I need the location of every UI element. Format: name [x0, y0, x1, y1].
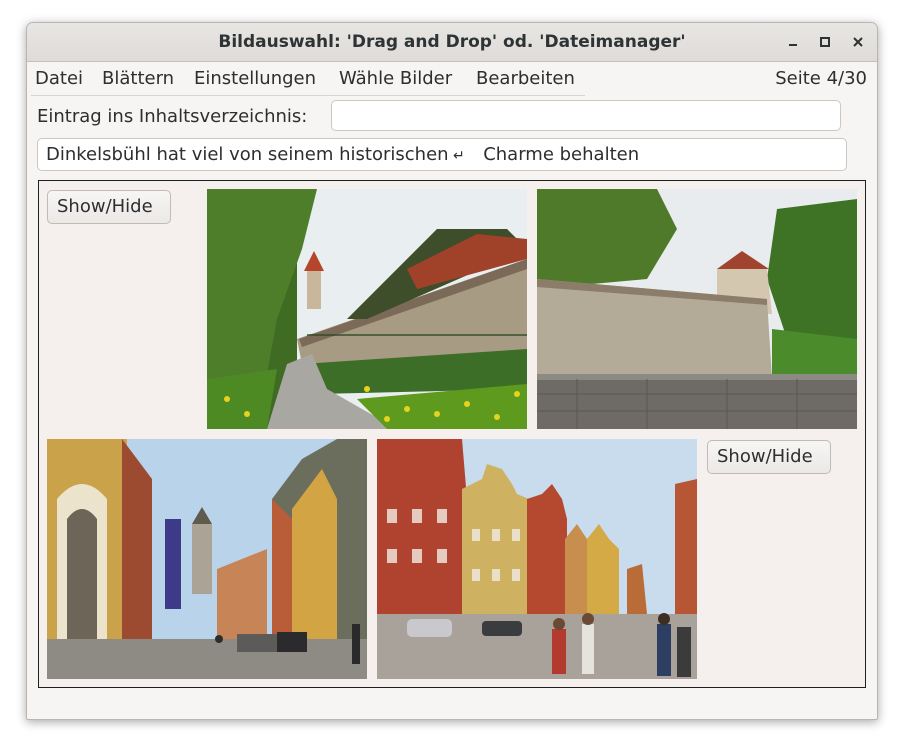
photo-market-square[interactable] — [377, 439, 697, 679]
show-hide-bottom-button[interactable]: Show/Hide — [707, 440, 831, 474]
toc-label: Eintrag ins Inhaltsverzeichnis: — [37, 106, 308, 127]
toc-entry-input[interactable] — [331, 100, 841, 131]
image-panel: Show/Hide Show/Hide — [38, 180, 866, 688]
show-hide-top-button[interactable]: Show/Hide — [47, 190, 171, 224]
menu-blaettern[interactable]: Blättern — [102, 68, 174, 89]
photo-town-wall-path[interactable] — [207, 189, 527, 429]
minimize-button[interactable] — [783, 32, 803, 52]
title-bar[interactable]: Bildauswahl: 'Drag and Drop' od. 'Dateim… — [27, 23, 877, 62]
line-break-icon: ↵ — [448, 148, 470, 164]
menu-einstellungen[interactable]: Einstellungen — [194, 68, 316, 89]
maximize-icon — [820, 37, 830, 47]
photo-street-view[interactable] — [47, 439, 367, 679]
photo-town-wall-tower[interactable] — [537, 189, 857, 429]
maximize-button[interactable] — [815, 32, 835, 52]
page-indicator: Seite 4/30 — [775, 68, 867, 89]
close-icon — [853, 37, 863, 47]
menu-waehle-bilder[interactable]: Wähle Bilder — [339, 68, 452, 89]
minimize-icon — [789, 44, 797, 46]
window-title: Bildauswahl: 'Drag and Drop' od. 'Dateim… — [218, 32, 686, 52]
menu-bar: Datei Blättern Einstellungen Wähle Bilde… — [27, 62, 877, 96]
app-window: Bildauswahl: 'Drag and Drop' od. 'Dateim… — [26, 22, 878, 720]
menu-datei[interactable]: Datei — [35, 68, 83, 89]
menu-bearbeiten[interactable]: Bearbeiten — [476, 68, 575, 89]
caption-text-field[interactable]: Dinkelsbühl hat viel von seinem historis… — [37, 138, 847, 171]
close-button[interactable] — [848, 32, 868, 52]
caption-line-2: Charme behalten — [483, 144, 640, 165]
caption-line-1: Dinkelsbühl hat viel von seinem historis… — [46, 144, 449, 165]
menu-divider — [31, 95, 585, 96]
